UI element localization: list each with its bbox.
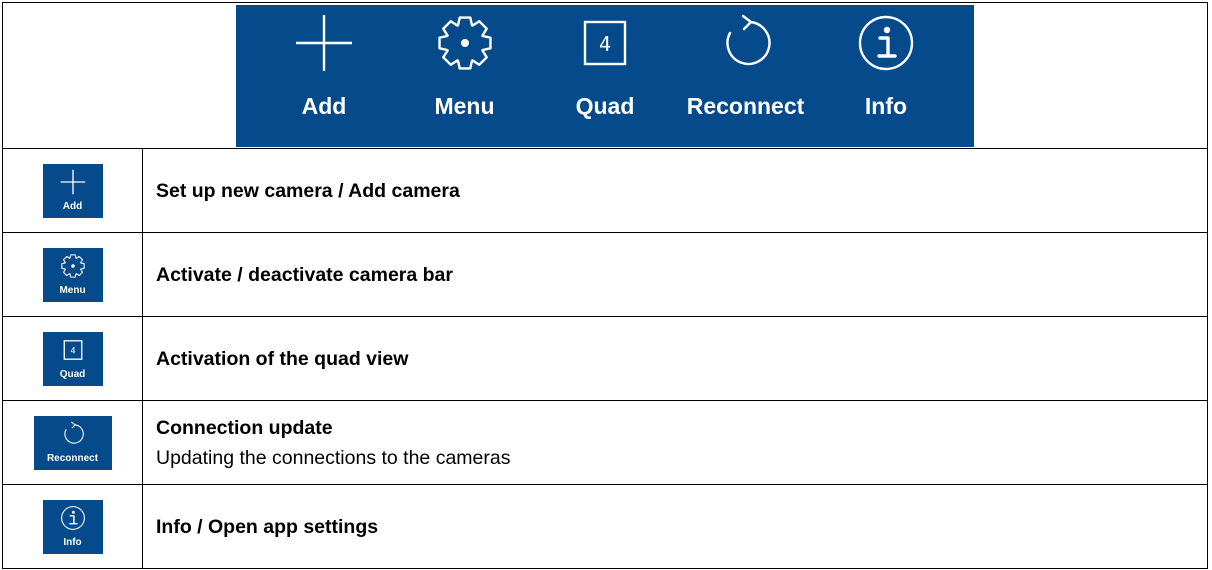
- icon-cell: Menu: [2, 232, 143, 317]
- table-row: Menu Activate / deactivate camera bar: [2, 232, 1208, 317]
- description-cell: Connection update Updating the connectio…: [142, 400, 1208, 485]
- toolbar-menu-button[interactable]: Menu: [403, 5, 527, 147]
- icon-cell: Reconnect: [2, 400, 143, 485]
- toolbar: Add Menu 4 Quad Reconnect Info: [236, 4, 974, 147]
- quad-button[interactable]: 4 Quad: [42, 331, 103, 386]
- toolbar-reconnect-button[interactable]: Reconnect: [684, 5, 808, 147]
- reconnect-button[interactable]: Reconnect: [33, 415, 112, 470]
- description-cell: Set up new camera / Add camera: [142, 148, 1208, 233]
- plus-icon: [296, 14, 352, 71]
- toolbar-info-label: Info: [864, 92, 908, 119]
- reconnect-icon: [725, 14, 771, 65]
- table-row: Reconnect Connection update Updating the…: [2, 400, 1208, 485]
- gear-icon: [60, 253, 85, 278]
- icon-cell: 4 Quad: [2, 316, 143, 401]
- quad-icon: 4: [583, 20, 627, 65]
- plus-icon: [60, 169, 85, 194]
- row-title: Activate / deactivate camera bar: [156, 263, 453, 286]
- quad-button-label: Quad: [59, 368, 86, 380]
- menu-button-label: Menu: [59, 284, 86, 296]
- quad-icon-number: 4: [599, 32, 611, 56]
- toolbar-quad-label: Quad: [575, 92, 635, 119]
- toolbar-menu-label: Menu: [434, 92, 495, 119]
- reconnect-button-label: Reconnect: [46, 452, 99, 464]
- icon-cell: Add: [2, 148, 143, 233]
- toolbar-quad-button[interactable]: 4 Quad: [543, 5, 667, 147]
- row-title: Connection update: [156, 416, 333, 439]
- toolbar-reconnect-label: Reconnect: [686, 92, 805, 119]
- row-title: Activation of the quad view: [156, 347, 409, 370]
- info-icon: [60, 505, 85, 530]
- menu-button[interactable]: Menu: [42, 247, 103, 302]
- table-row: Add Set up new camera / Add camera: [2, 148, 1208, 233]
- add-button-label: Add: [62, 200, 83, 212]
- icon-cell: Info: [2, 484, 143, 569]
- banner-cell: Add Menu 4 Quad Reconnect Info: [2, 2, 1208, 149]
- info-button[interactable]: Info: [42, 499, 103, 554]
- quad-icon-number: 4: [70, 346, 75, 356]
- info-icon: [858, 15, 914, 70]
- description-cell: Activate / deactivate camera bar: [142, 232, 1208, 317]
- description-cell: Activation of the quad view: [142, 316, 1208, 401]
- row-description: Updating the connections to the cameras: [156, 446, 511, 469]
- reconnect-icon: [63, 421, 84, 444]
- info-button-label: Info: [63, 536, 82, 548]
- row-title: Info / Open app settings: [156, 515, 379, 538]
- toolbar-add-button[interactable]: Add: [262, 5, 386, 147]
- toolbar-add-label: Add: [301, 92, 347, 119]
- quad-icon: 4: [63, 339, 82, 360]
- table-row: Info Info / Open app settings: [2, 484, 1208, 569]
- table-row: 4 Quad Activation of the quad view: [2, 316, 1208, 401]
- add-button[interactable]: Add: [42, 163, 103, 218]
- toolbar-info-button[interactable]: Info: [824, 5, 948, 147]
- banner-row: Add Menu 4 Quad Reconnect Info: [2, 2, 1208, 149]
- legend-table: Add Menu 4 Quad Reconnect Info Add Set u…: [2, 2, 1208, 569]
- row-title: Set up new camera / Add camera: [156, 179, 460, 202]
- gear-icon: [437, 15, 492, 70]
- description-cell: Info / Open app settings: [142, 484, 1208, 569]
